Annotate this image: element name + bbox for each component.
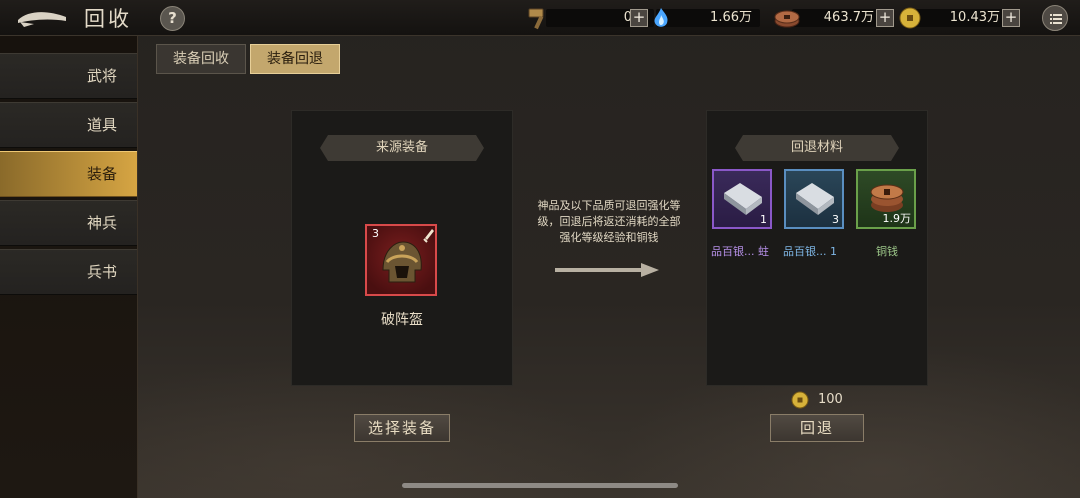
select-equipment-button[interactable]: 选择装备 <box>354 414 450 442</box>
resource-value: 463.7万 <box>823 10 874 25</box>
source-item-slot[interactable]: 3 <box>365 224 437 296</box>
add-gold-button[interactable]: + <box>1002 9 1020 27</box>
source-equipment-panel: 来源装备 3 破阵盔 <box>291 110 513 386</box>
cost-value: 100 <box>818 392 843 407</box>
material-count: 1 <box>760 213 767 226</box>
source-panel-title: 来源装备 <box>320 135 484 161</box>
add-hammer-button[interactable]: + <box>630 9 648 27</box>
material-slot[interactable]: 1.9万 <box>856 169 916 229</box>
sidebar-item-props[interactable]: 道具 <box>0 102 137 148</box>
material-count: 3 <box>832 213 839 226</box>
page-title: 回收 <box>84 7 132 31</box>
resource-value: 1.66万 <box>710 10 752 25</box>
material-count: 1.9万 <box>882 212 912 225</box>
material-slot[interactable]: 3 <box>784 169 844 229</box>
resource-flame: 1.66万 <box>650 6 760 30</box>
resource-hammer: 0 + <box>526 6 654 30</box>
material-label: 品百银... 1 <box>783 245 837 258</box>
gold-coin-icon <box>899 7 921 29</box>
menu-button[interactable] <box>1042 5 1068 31</box>
resource-value: 0 <box>623 10 632 25</box>
add-copper-button[interactable]: + <box>876 9 894 27</box>
arrow-right-icon <box>555 263 659 277</box>
material-label: 铜钱 <box>876 245 898 258</box>
tab-equipment-recycle[interactable]: 装备回收 <box>156 44 246 74</box>
tab-equipment-revert[interactable]: 装备回退 <box>250 44 340 74</box>
helmet-icon <box>382 241 422 283</box>
material-slot[interactable]: 1 <box>712 169 772 229</box>
sidebar-item-divine-weapons[interactable]: 神兵 <box>0 200 137 246</box>
gold-coin-icon <box>791 391 809 409</box>
list-icon <box>1050 14 1062 24</box>
revert-button[interactable]: 回退 <box>770 414 864 442</box>
resource-gold: 10.43万 + <box>898 6 1022 30</box>
source-item-name: 破阵盔 <box>381 312 423 328</box>
back-arrow-icon[interactable] <box>14 6 70 30</box>
top-bar: 回收 ? 0 + 1.66万 463.7万 + 10.43万 + <box>0 0 1080 36</box>
material-label: 品百银... 蛀 <box>711 245 769 258</box>
revert-materials-panel: 回退材料 1 3 1.9万 品百银... 蛀 品百银... 1 铜钱 <box>706 110 928 386</box>
resource-copper: 463.7万 + <box>772 6 896 30</box>
help-button[interactable]: ? <box>160 6 185 31</box>
sword-icon <box>423 229 434 243</box>
sidebar-item-war-books[interactable]: 兵书 <box>0 249 137 295</box>
sidebar-item-equipment[interactable]: 装备 <box>0 151 137 197</box>
sidebar-item-generals[interactable]: 武将 <box>0 53 137 99</box>
resource-value: 10.43万 <box>949 10 1000 25</box>
home-indicator[interactable] <box>402 483 678 488</box>
blue-flame-icon <box>654 8 668 27</box>
revert-description: 神品及以下品质可退回强化等级，回退后将返还消耗的全部强化等级经验和铜钱 <box>537 199 681 244</box>
result-panel-title: 回退材料 <box>735 135 899 161</box>
sidebar: 武将 道具 装备 神兵 兵书 <box>0 36 138 498</box>
copper-coins-icon <box>774 10 800 28</box>
